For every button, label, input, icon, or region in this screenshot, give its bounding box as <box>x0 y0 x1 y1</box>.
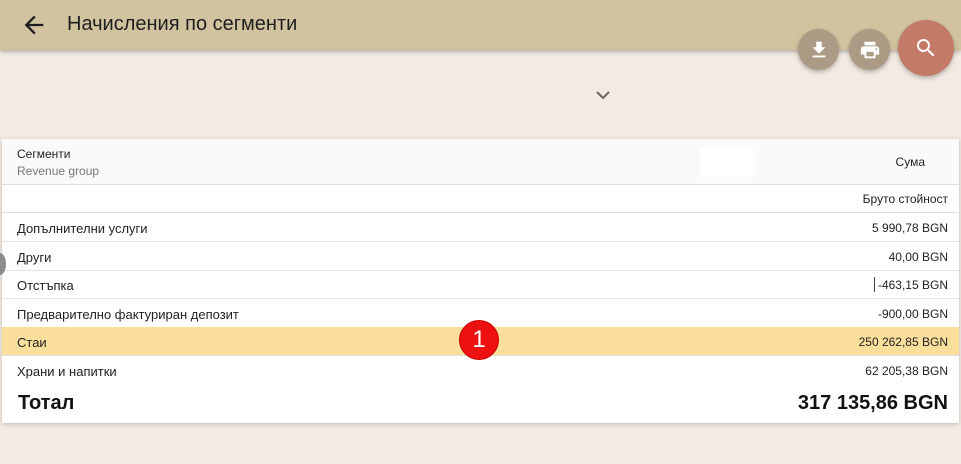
table-subheader: Бруто стойност <box>2 185 959 213</box>
search-button[interactable] <box>898 20 954 76</box>
gross-value-subheader: Бруто стойност <box>862 192 948 206</box>
row-value: 5 990,78 BGN <box>871 221 948 235</box>
row-value: -900,00 BGN <box>877 307 948 321</box>
row-label: Предварително фактуриран депозит <box>17 307 239 322</box>
arrow-back-icon <box>24 15 44 35</box>
segments-table-card: Сегменти Revenue group Сума Бруто стойно… <box>2 139 959 423</box>
expand-filters-button[interactable] <box>592 86 614 104</box>
total-label: Тотал <box>18 392 75 414</box>
table-row[interactable]: Други 40,00 BGN <box>2 242 959 271</box>
row-value: 62 205,38 BGN <box>865 364 948 378</box>
page-title: Начисления по сегменти <box>67 13 298 35</box>
row-label: Други <box>17 250 52 265</box>
table-row[interactable]: Отстъпка -463,15 BGN <box>2 270 959 299</box>
back-button[interactable] <box>20 11 48 39</box>
row-label: Стаи <box>17 335 47 350</box>
annotation-marker: 1 <box>459 320 499 360</box>
download-icon <box>812 41 825 57</box>
header-blank-cell <box>700 147 753 177</box>
table-row[interactable]: Допълнителни услуги 5 990,78 BGN <box>2 213 959 242</box>
text-cursor <box>874 277 875 292</box>
row-value: 40,00 BGN <box>888 250 948 264</box>
print-icon <box>860 41 879 58</box>
segments-column-header: Сегменти <box>17 147 71 161</box>
search-icon <box>917 39 935 57</box>
row-label: Допълнителни услуги <box>17 221 148 236</box>
row-label: Отстъпка <box>17 278 74 293</box>
revenue-group-subheader: Revenue group <box>17 164 100 178</box>
table-row[interactable]: Храни и напитки 62 205,38 BGN <box>2 356 959 385</box>
download-button[interactable] <box>798 29 839 70</box>
row-value: -463,15 BGN <box>877 278 948 292</box>
total-value: 317 135,86 BGN <box>797 392 948 414</box>
chevron-down-icon <box>596 91 610 100</box>
table-header: Сегменти Revenue group Сума <box>2 139 959 185</box>
amount-column-header: Сума <box>895 155 925 169</box>
row-label: Храни и напитки <box>17 364 117 379</box>
row-value: 250 262,85 BGN <box>858 335 948 349</box>
total-row: Тотал 317 135,86 BGN <box>2 384 959 423</box>
print-button[interactable] <box>849 29 890 70</box>
